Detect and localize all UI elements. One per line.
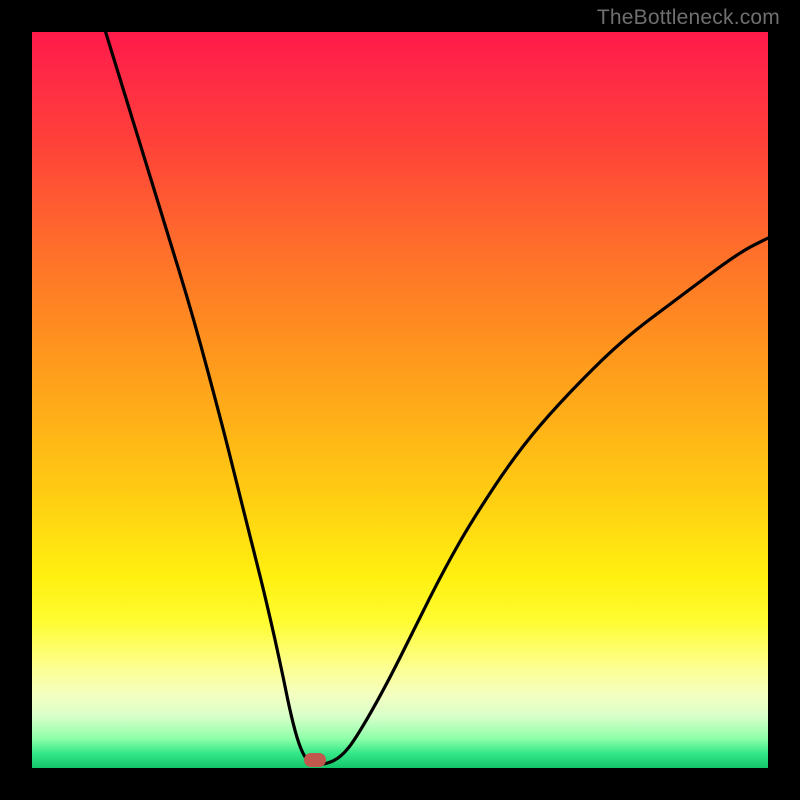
chart-frame: TheBottleneck.com	[0, 0, 800, 800]
bottleneck-marker-icon	[304, 753, 326, 767]
plot-area	[32, 32, 768, 768]
watermark-text: TheBottleneck.com	[597, 6, 780, 30]
bottleneck-curve	[32, 32, 768, 768]
